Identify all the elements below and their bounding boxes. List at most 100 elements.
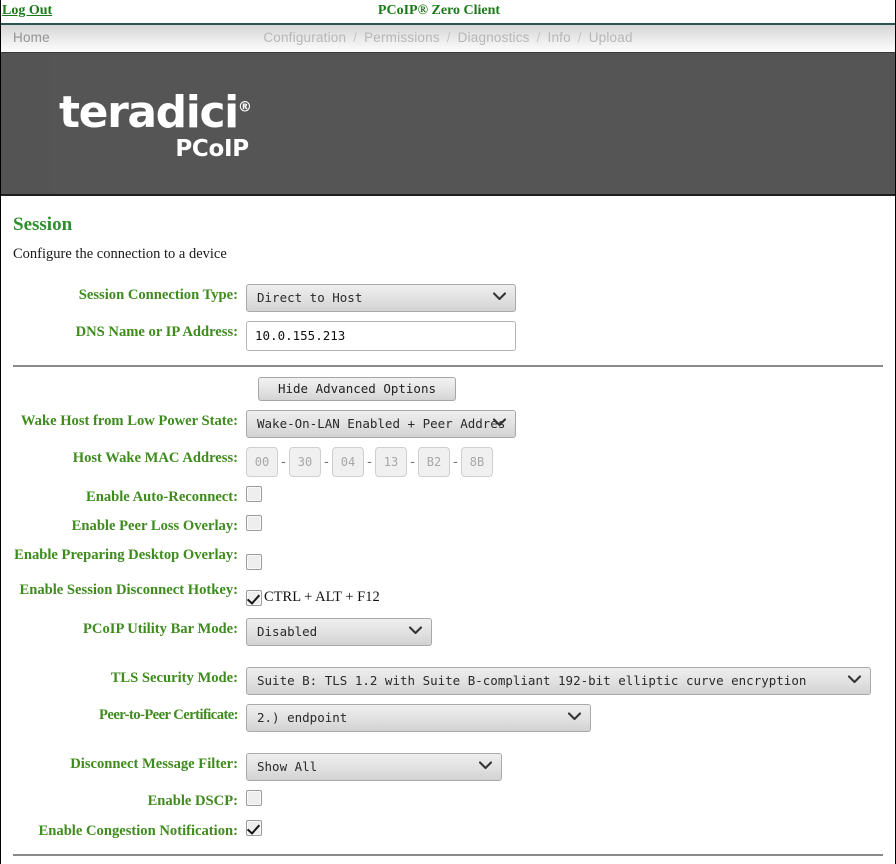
mac-octet-input-1[interactable]: 00: [246, 447, 278, 477]
logo-wordmark-text: teradici: [59, 87, 239, 138]
mac-octet-input-2[interactable]: 30: [289, 447, 321, 477]
enable-dscp-checkbox[interactable]: [246, 790, 262, 807]
page-subtitle: Configure the connection to a device: [13, 246, 227, 262]
label-host-wake-mac: Host Wake MAC Address:: [72, 450, 238, 466]
mac-separator: -: [324, 454, 329, 470]
field-row-enable-session-disconnect-hotkey: Enable Session Disconnect Hotkey: CTRL +…: [13, 579, 883, 606]
field-row-enable-preparing-desktop-overlay: Enable Preparing Desktop Overlay:: [13, 544, 883, 571]
label-peer-to-peer-certificate: Peer-to-Peer Certificate:: [99, 707, 239, 724]
nav-separator: /: [353, 30, 358, 45]
disconnect-message-filter-select[interactable]: Show All: [246, 753, 502, 782]
enable-peer-loss-overlay-checkbox[interactable]: [246, 515, 262, 532]
field-row-host-wake-mac: Host Wake MAC Address: 00 - 30 - 04 - 13…: [13, 447, 883, 477]
field-row-enable-dscp: Enable DSCP:: [13, 790, 883, 810]
nav-items-group: Configuration / Permissions / Diagnostic…: [1, 30, 895, 45]
dns-name-or-ip-input[interactable]: 10.0.155.213: [246, 321, 516, 351]
enable-auto-reconnect-wrap: [246, 486, 883, 502]
advanced-options-toggle-row: Hide Advanced Options: [13, 377, 883, 401]
chevron-down-icon: [847, 668, 862, 694]
logo-subtext: PCoIP: [175, 136, 249, 162]
wake-host-select[interactable]: Wake-On-LAN Enabled + Peer Addres: [246, 410, 516, 438]
host-wake-mac-group: 00 - 30 - 04 - 13 - B2 - 8B: [246, 447, 883, 477]
field-wake-host: Wake-On-LAN Enabled + Peer Addres: [246, 410, 883, 438]
zero-client-admin-page: Log Out PCoIP® Zero Client Home Configur…: [0, 0, 896, 864]
wake-host-value: Wake-On-LAN Enabled + Peer Addres: [257, 416, 506, 431]
field-session-connection-type: Direct to Host: [246, 284, 883, 312]
label-session-connection-type: Session Connection Type:: [78, 287, 238, 303]
mac-octet-input-6[interactable]: 8B: [461, 447, 493, 477]
field-row-session-connection-type: Session Connection Type: Direct to Host: [13, 284, 883, 312]
pcoip-utility-bar-mode-select[interactable]: Disabled: [246, 618, 432, 647]
chevron-down-icon: [492, 411, 507, 437]
disconnect-message-filter-value: Show All: [257, 759, 318, 775]
nav-item-permissions[interactable]: Permissions: [364, 30, 440, 45]
peer-to-peer-certificate-value: 2.) endpoint: [257, 710, 348, 726]
mac-separator: -: [410, 454, 415, 470]
mac-separator: -: [281, 454, 286, 470]
enable-preparing-desktop-overlay-wrap: [246, 554, 883, 571]
field-row-dns-name-or-ip: DNS Name or IP Address: 10.0.155.213: [13, 321, 883, 351]
label-tls-security-mode: TLS Security Mode:: [110, 670, 238, 687]
session-connection-type-value: Direct to Host: [257, 290, 363, 305]
chevron-down-icon: [567, 705, 582, 731]
enable-auto-reconnect-checkbox[interactable]: [246, 486, 262, 502]
field-row-wake-host: Wake Host from Low Power State: Wake-On-…: [13, 410, 883, 438]
field-row-enable-peer-loss-overlay: Enable Peer Loss Overlay:: [13, 515, 883, 535]
field-row-pcoip-utility-bar-mode: PCoIP Utility Bar Mode: Disabled: [13, 618, 883, 647]
mac-octet-input-3[interactable]: 04: [332, 447, 364, 477]
field-peer-to-peer-certificate: 2.) endpoint: [246, 704, 883, 733]
enable-peer-loss-overlay-wrap: [246, 515, 883, 532]
session-disconnect-hotkey-text: CTRL + ALT + F12: [264, 589, 380, 606]
label-enable-congestion-notification: Enable Congestion Notification:: [38, 822, 238, 839]
label-enable-auto-reconnect: Enable Auto-Reconnect:: [85, 489, 238, 505]
field-row-disconnect-message-filter: Disconnect Message Filter: Show All: [13, 753, 883, 782]
peer-to-peer-certificate-select[interactable]: 2.) endpoint: [246, 704, 591, 733]
enable-dscp-wrap: [246, 790, 883, 807]
mac-octet-input-5[interactable]: B2: [418, 447, 450, 477]
enable-session-disconnect-hotkey-wrap: CTRL + ALT + F12: [246, 589, 883, 606]
actions-divider: [13, 853, 883, 856]
chevron-down-icon: [408, 619, 423, 645]
nav-item-diagnostics[interactable]: Diagnostics: [458, 30, 530, 45]
product-title: PCoIP® Zero Client: [377, 3, 501, 18]
hide-advanced-options-button[interactable]: Hide Advanced Options: [258, 377, 456, 401]
pcoip-utility-bar-mode-value: Disabled: [257, 624, 318, 640]
session-connection-type-select[interactable]: Direct to Host: [246, 284, 516, 312]
field-row-peer-to-peer-certificate: Peer-to-Peer Certificate: 2.) endpoint: [13, 704, 883, 733]
field-enable-peer-loss-overlay: [246, 515, 883, 532]
label-disconnect-message-filter: Disconnect Message Filter:: [70, 756, 238, 773]
enable-congestion-notification-wrap: [246, 819, 883, 836]
mac-octet-input-4[interactable]: 13: [375, 447, 407, 477]
nav-separator: /: [577, 30, 582, 45]
label-wake-host: Wake Host from Low Power State:: [20, 413, 238, 429]
label-enable-preparing-desktop-overlay: Enable Preparing Desktop Overlay:: [14, 547, 238, 564]
enable-congestion-notification-checkbox[interactable]: [246, 819, 262, 836]
field-tls-security-mode: Suite B: TLS 1.2 with Suite B-compliant …: [246, 667, 883, 696]
field-pcoip-utility-bar-mode: Disabled: [246, 618, 883, 647]
label-enable-session-disconnect-hotkey: Enable Session Disconnect Hotkey:: [19, 582, 238, 599]
banner-left-strip: [1, 53, 50, 194]
field-enable-dscp: [246, 790, 883, 807]
mac-separator: -: [453, 454, 458, 470]
field-row-tls-security-mode: TLS Security Mode: Suite B: TLS 1.2 with…: [13, 667, 883, 696]
registered-trademark-icon: ®: [237, 99, 252, 116]
field-host-wake-mac: 00 - 30 - 04 - 13 - B2 - 8B: [246, 447, 883, 477]
brand-banner: teradici® PCoIP: [1, 53, 895, 196]
field-enable-congestion-notification: [246, 819, 883, 836]
label-pcoip-utility-bar-mode: PCoIP Utility Bar Mode:: [83, 621, 238, 638]
label-enable-peer-loss-overlay: Enable Peer Loss Overlay:: [71, 518, 238, 535]
label-enable-dscp: Enable DSCP:: [147, 793, 238, 810]
nav-separator: /: [536, 30, 541, 45]
nav-item-configuration[interactable]: Configuration: [263, 30, 346, 45]
nav-separator: /: [446, 30, 451, 45]
field-row-enable-auto-reconnect: Enable Auto-Reconnect:: [13, 486, 883, 506]
top-bar: Log Out PCoIP® Zero Client: [1, 0, 895, 25]
tls-security-mode-select[interactable]: Suite B: TLS 1.2 with Suite B-compliant …: [246, 667, 871, 696]
tls-security-mode-value: Suite B: TLS 1.2 with Suite B-compliant …: [257, 673, 807, 689]
enable-preparing-desktop-overlay-checkbox[interactable]: [246, 554, 262, 571]
chevron-down-icon: [478, 754, 493, 780]
nav-item-upload[interactable]: Upload: [589, 30, 633, 45]
enable-session-disconnect-hotkey-checkbox[interactable]: [246, 589, 262, 606]
nav-item-info[interactable]: Info: [548, 30, 571, 45]
field-enable-auto-reconnect: [246, 486, 883, 502]
